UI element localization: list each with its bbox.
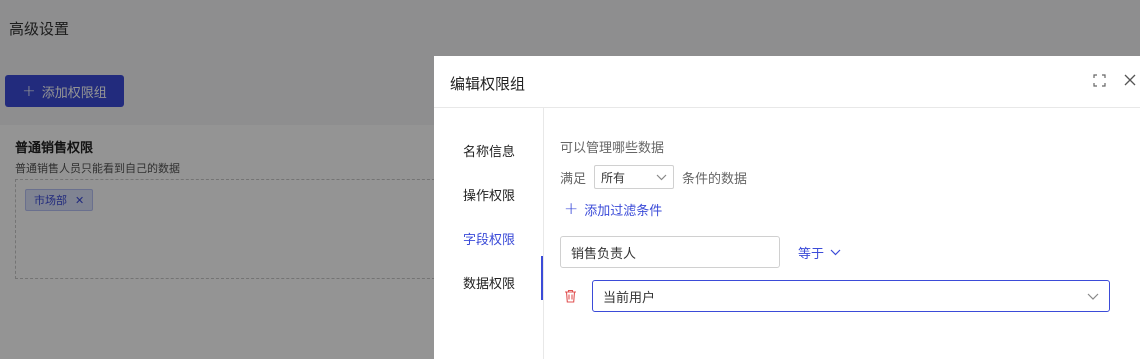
condition-match-value: 所有 bbox=[601, 170, 626, 185]
condition-suffix: 条件的数据 bbox=[682, 171, 748, 187]
delete-filter-icon[interactable] bbox=[564, 288, 578, 304]
nav-item-name-info[interactable]: 名称信息 bbox=[434, 130, 544, 170]
filter-value-select[interactable]: 当前用户 bbox=[592, 280, 1110, 312]
edit-permission-drawer: 编辑权限组 名称信息 操作权限 字段权限 数据权限 可以管理哪些数据 满足 所有 bbox=[434, 56, 1140, 359]
filter-operator-value: 等于 bbox=[798, 246, 825, 262]
add-filter-label: 添加过滤条件 bbox=[584, 204, 663, 219]
drawer-nav: 名称信息 操作权限 字段权限 数据权限 bbox=[434, 108, 544, 359]
filter-field-value: 销售负责人 bbox=[571, 246, 637, 262]
drawer-title: 编辑权限组 bbox=[450, 75, 526, 93]
drawer-header: 编辑权限组 bbox=[434, 56, 1140, 108]
section-title: 可以管理哪些数据 bbox=[560, 141, 665, 156]
nav-item-data-permission[interactable]: 数据权限 bbox=[434, 262, 544, 302]
nav-item-field-permission[interactable]: 字段权限 bbox=[434, 218, 544, 258]
close-icon[interactable] bbox=[1122, 72, 1138, 88]
filter-value: 当前用户 bbox=[603, 290, 656, 306]
filter-field-input[interactable]: 销售负责人 bbox=[560, 236, 780, 268]
plus-icon: + bbox=[564, 199, 579, 219]
filter-operator-select[interactable]: 等于 bbox=[798, 236, 841, 268]
nav-active-indicator bbox=[541, 256, 543, 300]
condition-prefix: 满足 bbox=[560, 171, 587, 187]
condition-match-select[interactable]: 所有 bbox=[594, 165, 675, 189]
fullscreen-icon[interactable] bbox=[1091, 72, 1107, 88]
condition-row: 满足 所有 条件的数据 bbox=[560, 164, 860, 190]
add-filter-button[interactable]: + 添加过滤条件 bbox=[564, 199, 663, 220]
chevron-down-icon bbox=[830, 245, 841, 260]
chevron-down-icon bbox=[1087, 289, 1099, 304]
chevron-down-icon bbox=[656, 170, 667, 184]
nav-item-operation-permission[interactable]: 操作权限 bbox=[434, 174, 544, 214]
